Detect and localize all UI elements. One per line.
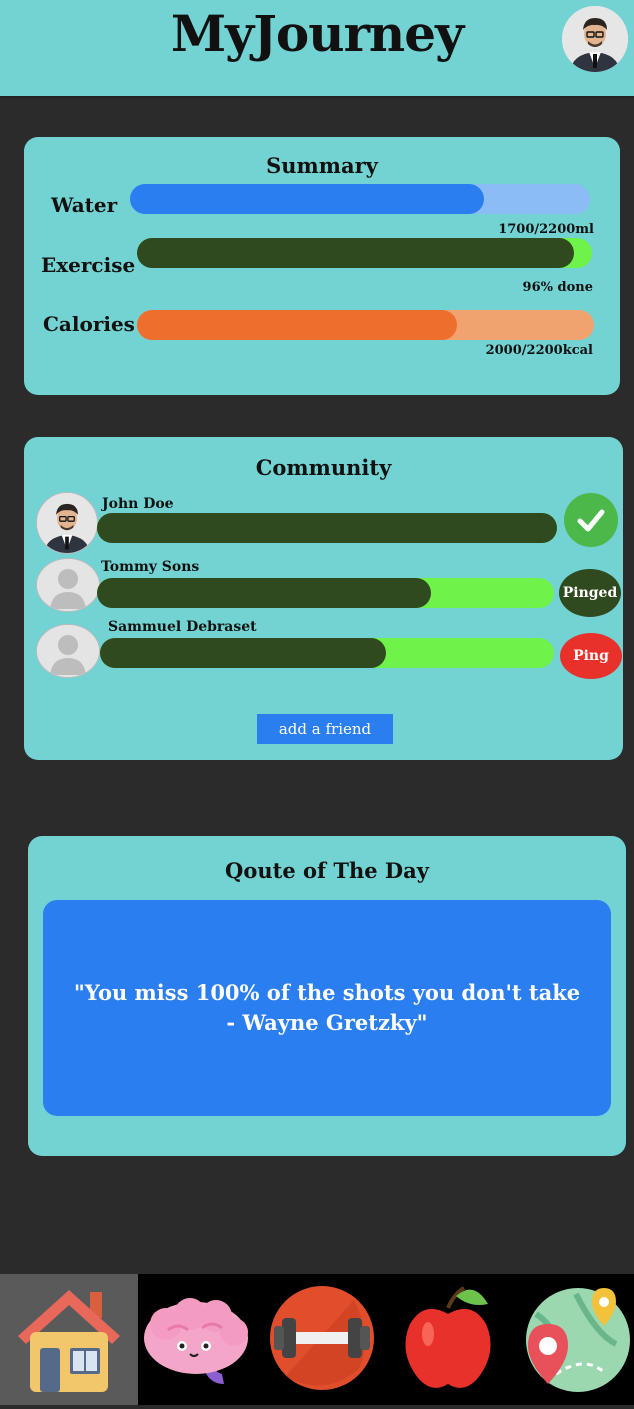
community-title: Community <box>255 455 392 480</box>
water-progress-fill <box>130 184 485 214</box>
nav-home[interactable] <box>0 1274 138 1405</box>
house-icon <box>18 1290 120 1392</box>
friend-progress-bar <box>97 513 557 543</box>
profile-avatar[interactable] <box>562 6 628 72</box>
friend-avatar-john-doe[interactable] <box>36 492 98 554</box>
add-friend-button[interactable]: add a friend <box>257 714 393 744</box>
water-label: Water <box>51 193 118 217</box>
quote-text: "You miss 100% of the shots you don't ta… <box>73 980 581 1035</box>
water-progress-bar <box>130 184 590 214</box>
summary-title: Summary <box>266 153 378 178</box>
friend-progress-bar <box>100 638 554 668</box>
checkmark-icon <box>577 509 605 532</box>
completed-check-button[interactable] <box>564 493 618 547</box>
quote-title: Qoute of The Day <box>225 858 429 883</box>
pinged-button[interactable]: Pinged <box>559 569 621 617</box>
map-icon <box>526 1288 630 1392</box>
default-avatar-icon <box>37 559 99 611</box>
nav-mind[interactable] <box>138 1274 254 1405</box>
friend-progress-fill <box>97 578 431 608</box>
app-header: MyJourney <box>0 0 634 98</box>
nav-map[interactable] <box>506 1274 634 1405</box>
exercise-progress-bar <box>137 238 592 268</box>
app-title: MyJourney <box>170 4 464 63</box>
default-avatar-icon <box>37 625 99 677</box>
calories-label: Calories <box>43 312 135 336</box>
user-avatar-icon <box>562 6 628 72</box>
calories-status: 2000/2200kcal <box>485 343 593 358</box>
calories-progress-fill <box>137 310 457 340</box>
friend-progress-fill <box>100 638 387 668</box>
bottom-nav <box>0 1274 634 1405</box>
user-avatar-icon <box>37 493 97 553</box>
ping-button[interactable]: Ping <box>560 633 622 679</box>
nav-nutrition[interactable] <box>390 1274 506 1405</box>
friend-name: John Doe <box>102 496 174 512</box>
dumbbell-icon <box>270 1286 374 1390</box>
brain-icon <box>144 1298 248 1384</box>
quote-box: "You miss 100% of the shots you don't ta… <box>43 900 611 1116</box>
exercise-progress-fill <box>137 238 574 268</box>
friend-name: Tommy Sons <box>101 559 200 575</box>
water-status: 1700/2200ml <box>498 222 594 237</box>
calories-progress-bar <box>137 310 594 340</box>
friend-progress-fill <box>97 513 557 543</box>
friend-progress-bar <box>97 578 554 608</box>
friend-avatar-sammuel-debraset[interactable] <box>36 624 100 678</box>
friend-avatar-tommy-sons[interactable] <box>36 558 100 612</box>
exercise-label: Exercise <box>41 253 136 277</box>
friend-name: Sammuel Debraset <box>108 619 257 635</box>
nav-exercise[interactable] <box>254 1274 390 1405</box>
apple-icon <box>405 1286 491 1388</box>
exercise-status: 96% done <box>522 280 593 295</box>
